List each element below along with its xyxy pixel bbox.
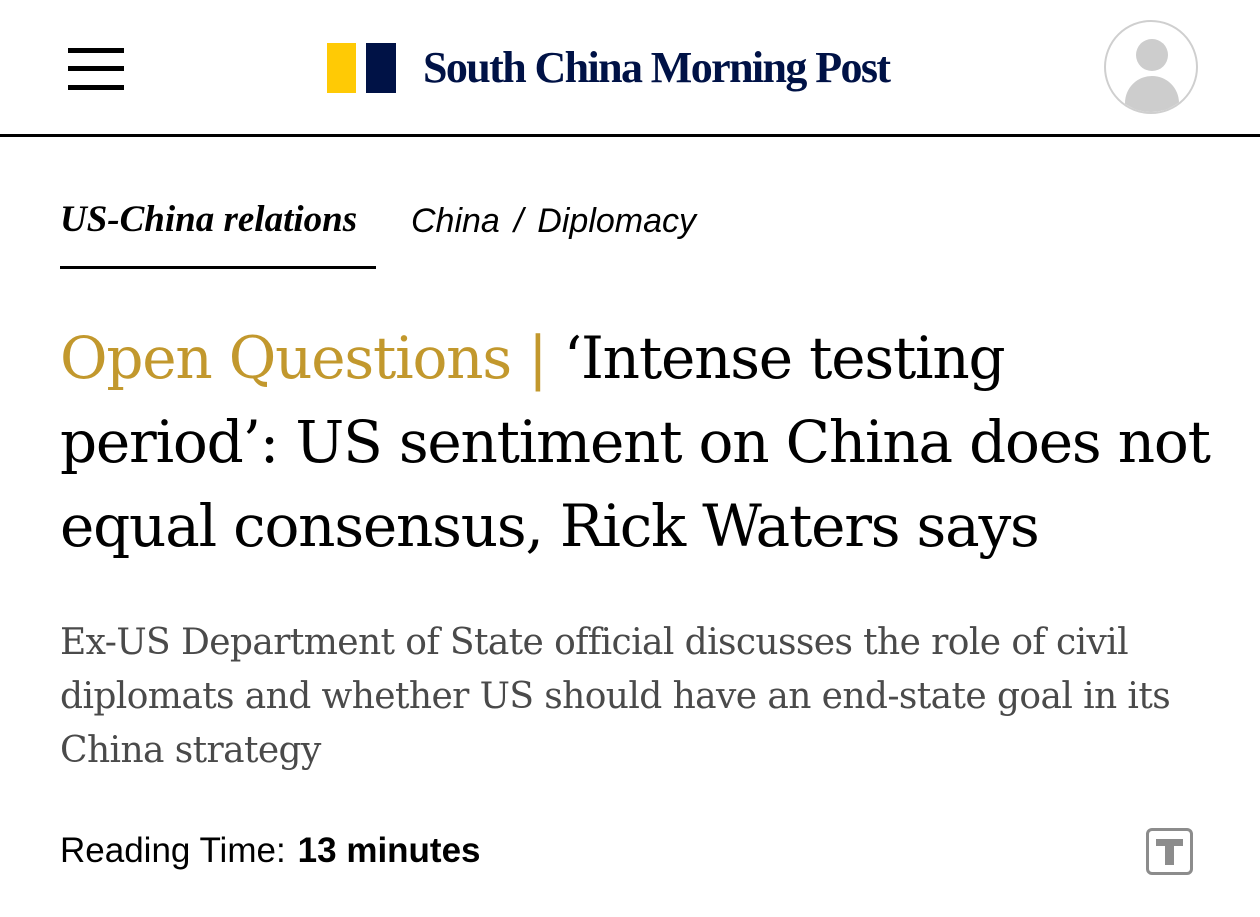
article-headline: Open Questions | ‘Intense testing period… — [60, 316, 1211, 568]
reading-time-label: Reading Time: — [60, 831, 286, 870]
topic-nav: US-China relations China / Diplomacy — [60, 198, 696, 270]
text-size-icon[interactable] — [1146, 828, 1193, 875]
kicker-separator: | — [528, 324, 548, 392]
headline-kicker[interactable]: Open Questions — [60, 324, 512, 392]
topic-us-china-relations[interactable]: US-China relations — [60, 198, 376, 269]
site-header: South China Morning Post — [0, 0, 1260, 137]
breadcrumb: China / Diplomacy — [411, 198, 696, 244]
logo-text: South China Morning Post — [423, 43, 891, 92]
hamburger-menu-icon[interactable] — [68, 48, 124, 90]
reading-time-value: 13 minutes — [297, 831, 481, 870]
logo-mark — [327, 43, 397, 93]
breadcrumb-china[interactable]: China — [411, 198, 500, 244]
user-avatar-icon[interactable] — [1104, 20, 1198, 114]
breadcrumb-diplomacy[interactable]: Diplomacy — [537, 198, 696, 244]
reading-time: Reading Time: 13 minutes — [60, 828, 481, 874]
breadcrumb-separator: / — [513, 202, 524, 240]
site-logo[interactable]: South China Morning Post — [327, 43, 891, 93]
article-summary: Ex-US Department of State official discu… — [60, 622, 1171, 771]
